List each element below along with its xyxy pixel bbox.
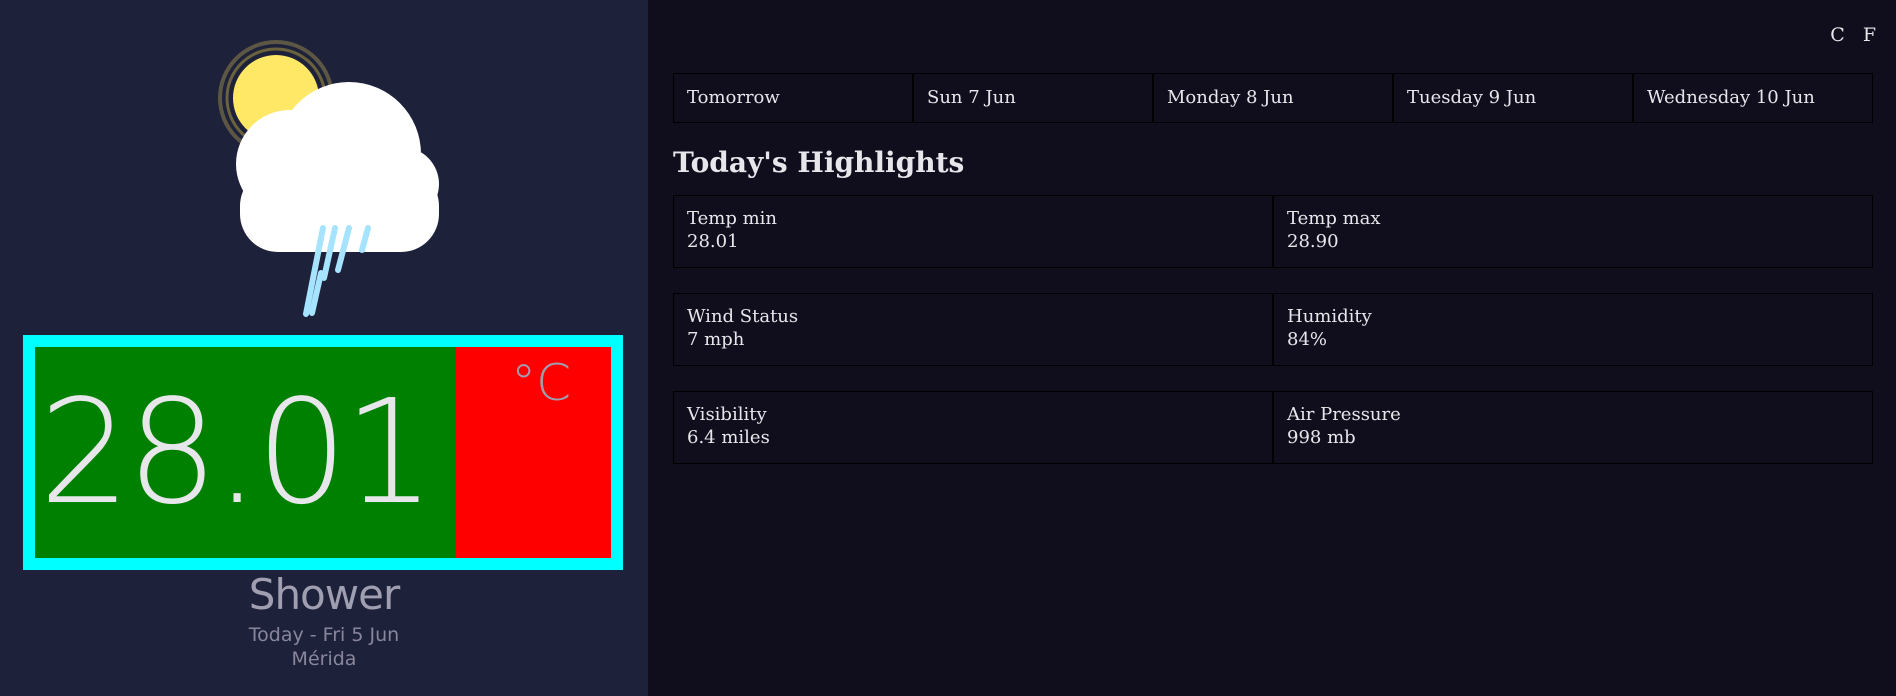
visibility-label: Visibility <box>687 404 767 425</box>
air-pressure-label: Air Pressure <box>1287 404 1401 425</box>
forecast-day-tuesday-9-jun[interactable]: Tuesday 9 Jun <box>1393 73 1633 123</box>
wind-status-card: Wind Status 7 mph <box>673 293 1273 366</box>
forecast-list: Tomorrow Sun 7 Jun Monday 8 Jun Tuesday … <box>673 73 1873 123</box>
visibility-value: 6.4 miles <box>687 427 770 448</box>
current-temperature-box: 28.01 °C <box>23 335 623 570</box>
temp-max-label: Temp max <box>1287 208 1381 229</box>
temp-max-card: Temp max 28.90 <box>1273 195 1873 268</box>
humidity-card: Humidity 84% <box>1273 293 1873 366</box>
temp-max-value: 28.90 <box>1287 231 1339 252</box>
temp-min-label: Temp min <box>687 208 777 229</box>
forecast-day-wednesday-10-jun[interactable]: Wednesday 10 Jun <box>1633 73 1873 123</box>
wind-status-label: Wind Status <box>687 306 799 327</box>
temp-min-card: Temp min 28.01 <box>673 195 1273 268</box>
visibility-card: Visibility 6.4 miles <box>673 391 1273 464</box>
location: Mérida <box>291 648 357 670</box>
temp-min-value: 28.01 <box>687 231 739 252</box>
highlights-row-visibility-pressure: Visibility 6.4 miles Air Pressure 998 mb <box>673 391 1873 464</box>
weather-condition: Shower <box>248 570 400 619</box>
unit-toggle: C F <box>1818 24 1876 46</box>
air-pressure-value: 998 mb <box>1287 427 1356 448</box>
wind-status-value: 7 mph <box>687 329 745 350</box>
current-date: Today - Fri 5 Jun <box>248 624 400 646</box>
shower-icon <box>218 40 439 317</box>
air-pressure-card: Air Pressure 998 mb <box>1273 391 1873 464</box>
forecast-day-monday-8-jun[interactable]: Monday 8 Jun <box>1153 73 1393 123</box>
forecast-day-tomorrow[interactable]: Tomorrow <box>673 73 913 123</box>
current-temperature: 28.01 <box>35 347 456 558</box>
humidity-label: Humidity <box>1287 306 1372 327</box>
fahrenheit-button[interactable]: F <box>1863 24 1876 46</box>
temperature-unit: °C <box>456 347 611 558</box>
highlights-row-wind-humidity: Wind Status 7 mph Humidity 84% <box>673 293 1873 366</box>
celsius-button[interactable]: C <box>1830 24 1845 46</box>
humidity-value: 84% <box>1287 329 1328 350</box>
highlights-title: Today's Highlights <box>673 146 965 179</box>
sidebar: 28.01 °C Shower Today - Fri 5 Jun Mérida <box>0 0 648 696</box>
highlights-row-temperature: Temp min 28.01 Temp max 28.90 <box>673 195 1873 268</box>
forecast-day-sun-7-jun[interactable]: Sun 7 Jun <box>913 73 1153 123</box>
